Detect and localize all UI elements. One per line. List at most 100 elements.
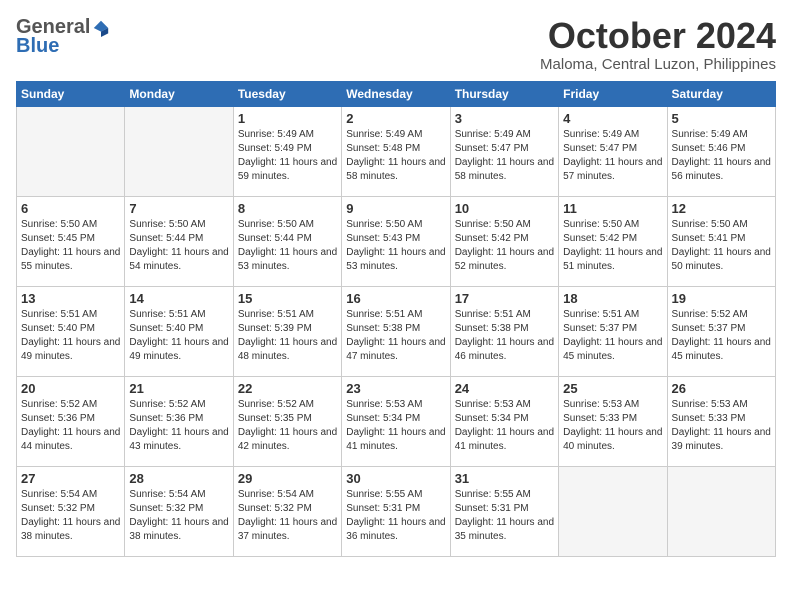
- logo: General Blue: [16, 16, 110, 58]
- day-info: Sunrise: 5:55 AMSunset: 5:31 PMDaylight:…: [455, 488, 554, 544]
- calendar-day-cell: 12 Sunrise: 5:50 AMSunset: 5:41 PMDayligh…: [667, 196, 775, 286]
- logo-blue-text: Blue: [16, 35, 59, 58]
- weekday-header-cell: Monday: [125, 81, 233, 106]
- day-number: 21: [129, 381, 228, 396]
- day-info: Sunrise: 5:52 AMSunset: 5:35 PMDaylight:…: [238, 398, 337, 454]
- calendar-day-cell: 11Sunrise: 5:50 AMSunset: 5:42 PMDayligh…: [559, 196, 667, 286]
- day-info: Sunrise: 5:50 AMSunset: 5:41 PMDaylight:…: [672, 218, 771, 274]
- calendar-day-cell: 8Sunrise: 5:50 AMSunset: 5:44 PMDaylight…: [233, 196, 341, 286]
- day-info: Sunrise: 5:50 AMSunset: 5:42 PMDaylight:…: [563, 218, 662, 274]
- day-number: 1: [238, 111, 337, 126]
- calendar-day-cell: 10 Sunrise: 5:50 AMSunset: 5:42 PMDayligh…: [450, 196, 558, 286]
- logo-icon: [92, 19, 110, 37]
- day-info: Sunrise: 5:51 AMSunset: 5:39 PMDaylight:…: [238, 308, 337, 364]
- calendar-week-row: 20 Sunrise: 5:52 AMSunset: 5:36 PMDayligh…: [17, 376, 776, 466]
- calendar-day-cell: 21 Sunrise: 5:52 AMSunset: 5:36 PMDayligh…: [125, 376, 233, 466]
- calendar-body: 1 Sunrise: 5:49 AMSunset: 5:49 PMDaylight…: [17, 106, 776, 556]
- day-info: Sunrise: 5:51 AMSunset: 5:38 PMDaylight:…: [455, 308, 554, 364]
- day-number: 20: [21, 381, 120, 396]
- calendar-day-cell: [667, 466, 775, 556]
- day-number: 16: [346, 291, 445, 306]
- calendar-day-cell: 15 Sunrise: 5:51 AMSunset: 5:39 PMDayligh…: [233, 286, 341, 376]
- calendar-day-cell: 22Sunrise: 5:52 AMSunset: 5:35 PMDayligh…: [233, 376, 341, 466]
- location-text: Maloma, Central Luzon, Philippines: [540, 56, 776, 73]
- calendar-day-cell: 26 Sunrise: 5:53 AMSunset: 5:33 PMDayligh…: [667, 376, 775, 466]
- weekday-header-cell: Wednesday: [342, 81, 450, 106]
- calendar-day-cell: 30 Sunrise: 5:55 AMSunset: 5:31 PMDayligh…: [342, 466, 450, 556]
- day-info: Sunrise: 5:49 AMSunset: 5:48 PMDaylight:…: [346, 128, 445, 184]
- day-info: Sunrise: 5:51 AMSunset: 5:40 PMDaylight:…: [129, 308, 228, 364]
- day-number: 18: [563, 291, 662, 306]
- weekday-header-cell: Thursday: [450, 81, 558, 106]
- day-info: Sunrise: 5:49 AMSunset: 5:46 PMDaylight:…: [672, 128, 771, 184]
- day-number: 5: [672, 111, 771, 126]
- calendar-day-cell: 24 Sunrise: 5:53 AMSunset: 5:34 PMDayligh…: [450, 376, 558, 466]
- day-number: 2: [346, 111, 445, 126]
- calendar-day-cell: 7 Sunrise: 5:50 AMSunset: 5:44 PMDaylight…: [125, 196, 233, 286]
- day-number: 9: [346, 201, 445, 216]
- day-info: Sunrise: 5:49 AMSunset: 5:49 PMDaylight:…: [238, 128, 337, 184]
- weekday-header-cell: Friday: [559, 81, 667, 106]
- day-info: Sunrise: 5:55 AMSunset: 5:31 PMDaylight:…: [346, 488, 445, 544]
- day-number: 7: [129, 201, 228, 216]
- title-block: October 2024 Maloma, Central Luzon, Phil…: [540, 16, 776, 73]
- month-title: October 2024: [540, 16, 776, 56]
- weekday-header-cell: Tuesday: [233, 81, 341, 106]
- calendar-day-cell: 1 Sunrise: 5:49 AMSunset: 5:49 PMDaylight…: [233, 106, 341, 196]
- day-number: 6: [21, 201, 120, 216]
- calendar-week-row: 27 Sunrise: 5:54 AMSunset: 5:32 PMDayligh…: [17, 466, 776, 556]
- calendar-day-cell: 13 Sunrise: 5:51 AMSunset: 5:40 PMDayligh…: [17, 286, 125, 376]
- calendar-day-cell: 29Sunrise: 5:54 AMSunset: 5:32 PMDayligh…: [233, 466, 341, 556]
- calendar-day-cell: 23 Sunrise: 5:53 AMSunset: 5:34 PMDayligh…: [342, 376, 450, 466]
- calendar-day-cell: 16Sunrise: 5:51 AMSunset: 5:38 PMDayligh…: [342, 286, 450, 376]
- day-number: 13: [21, 291, 120, 306]
- calendar-week-row: 1 Sunrise: 5:49 AMSunset: 5:49 PMDaylight…: [17, 106, 776, 196]
- day-info: Sunrise: 5:50 AMSunset: 5:43 PMDaylight:…: [346, 218, 445, 274]
- calendar-day-cell: [17, 106, 125, 196]
- day-info: Sunrise: 5:50 AMSunset: 5:44 PMDaylight:…: [238, 218, 337, 274]
- day-info: Sunrise: 5:52 AMSunset: 5:36 PMDaylight:…: [21, 398, 120, 454]
- calendar-day-cell: [125, 106, 233, 196]
- calendar-day-cell: 25Sunrise: 5:53 AMSunset: 5:33 PMDayligh…: [559, 376, 667, 466]
- day-number: 24: [455, 381, 554, 396]
- day-number: 19: [672, 291, 771, 306]
- day-number: 3: [455, 111, 554, 126]
- day-number: 23: [346, 381, 445, 396]
- day-info: Sunrise: 5:50 AMSunset: 5:45 PMDaylight:…: [21, 218, 120, 274]
- calendar-day-cell: 2 Sunrise: 5:49 AMSunset: 5:48 PMDaylight…: [342, 106, 450, 196]
- day-info: Sunrise: 5:51 AMSunset: 5:37 PMDaylight:…: [563, 308, 662, 364]
- day-number: 30: [346, 471, 445, 486]
- day-number: 29: [238, 471, 337, 486]
- day-info: Sunrise: 5:53 AMSunset: 5:34 PMDaylight:…: [455, 398, 554, 454]
- day-number: 12: [672, 201, 771, 216]
- calendar-day-cell: 27 Sunrise: 5:54 AMSunset: 5:32 PMDayligh…: [17, 466, 125, 556]
- day-info: Sunrise: 5:52 AMSunset: 5:37 PMDaylight:…: [672, 308, 771, 364]
- day-number: 10: [455, 201, 554, 216]
- calendar-day-cell: 19 Sunrise: 5:52 AMSunset: 5:37 PMDayligh…: [667, 286, 775, 376]
- calendar-day-cell: 14Sunrise: 5:51 AMSunset: 5:40 PMDayligh…: [125, 286, 233, 376]
- calendar-day-cell: 17Sunrise: 5:51 AMSunset: 5:38 PMDayligh…: [450, 286, 558, 376]
- calendar-day-cell: 20 Sunrise: 5:52 AMSunset: 5:36 PMDayligh…: [17, 376, 125, 466]
- day-info: Sunrise: 5:53 AMSunset: 5:34 PMDaylight:…: [346, 398, 445, 454]
- calendar-table: SundayMondayTuesdayWednesdayThursdayFrid…: [16, 81, 776, 557]
- day-info: Sunrise: 5:54 AMSunset: 5:32 PMDaylight:…: [21, 488, 120, 544]
- day-info: Sunrise: 5:50 AMSunset: 5:44 PMDaylight:…: [129, 218, 228, 274]
- day-info: Sunrise: 5:50 AMSunset: 5:42 PMDaylight:…: [455, 218, 554, 274]
- calendar-day-cell: 31Sunrise: 5:55 AMSunset: 5:31 PMDayligh…: [450, 466, 558, 556]
- calendar-day-cell: 18 Sunrise: 5:51 AMSunset: 5:37 PMDayligh…: [559, 286, 667, 376]
- calendar-week-row: 13 Sunrise: 5:51 AMSunset: 5:40 PMDayligh…: [17, 286, 776, 376]
- day-number: 26: [672, 381, 771, 396]
- calendar-day-cell: 6 Sunrise: 5:50 AMSunset: 5:45 PMDaylight…: [17, 196, 125, 286]
- weekday-header-cell: Sunday: [17, 81, 125, 106]
- day-info: Sunrise: 5:53 AMSunset: 5:33 PMDaylight:…: [672, 398, 771, 454]
- page-header: General Blue October 2024 Maloma, Centra…: [16, 16, 776, 73]
- weekday-header-row: SundayMondayTuesdayWednesdayThursdayFrid…: [17, 81, 776, 106]
- day-info: Sunrise: 5:51 AMSunset: 5:40 PMDaylight:…: [21, 308, 120, 364]
- day-info: Sunrise: 5:53 AMSunset: 5:33 PMDaylight:…: [563, 398, 662, 454]
- weekday-header-cell: Saturday: [667, 81, 775, 106]
- day-number: 15: [238, 291, 337, 306]
- day-info: Sunrise: 5:52 AMSunset: 5:36 PMDaylight:…: [129, 398, 228, 454]
- day-number: 27: [21, 471, 120, 486]
- day-info: Sunrise: 5:49 AMSunset: 5:47 PMDaylight:…: [563, 128, 662, 184]
- calendar-day-cell: 9 Sunrise: 5:50 AMSunset: 5:43 PMDaylight…: [342, 196, 450, 286]
